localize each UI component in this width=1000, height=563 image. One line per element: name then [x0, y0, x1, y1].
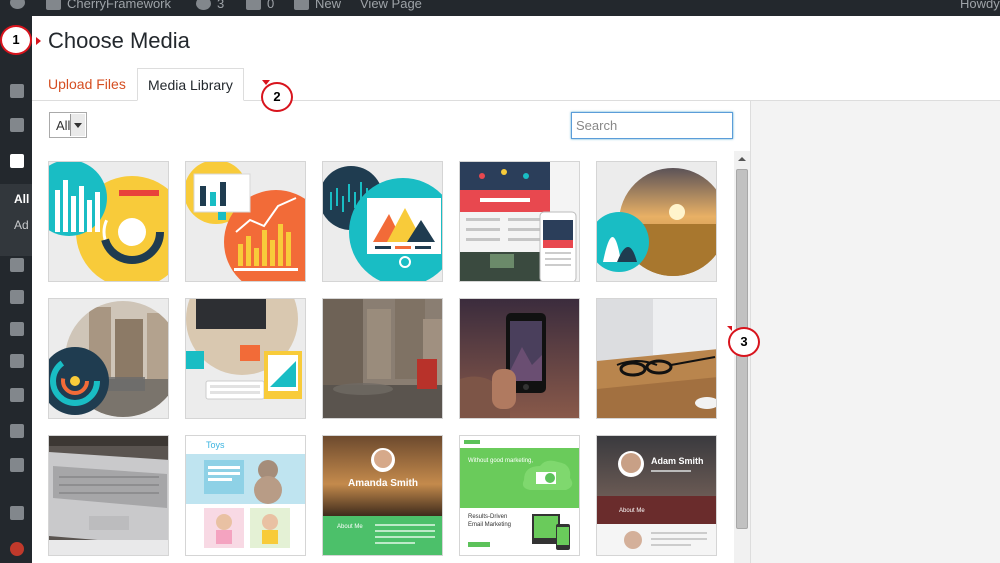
new-content-link[interactable]: New: [294, 0, 341, 11]
howdy-link[interactable]: Howdy: [960, 0, 1000, 11]
tab-media-library[interactable]: Media Library: [137, 68, 244, 101]
updates-icon: [196, 0, 211, 10]
laptop-photo: [49, 436, 168, 555]
testimonials-icon[interactable]: [10, 388, 24, 402]
city-street-circle: [49, 299, 168, 418]
mail-icon[interactable]: [10, 458, 24, 472]
users-icon[interactable]: [10, 354, 24, 368]
amanda-name-text: Amanda Smith: [348, 478, 418, 489]
callout-1: 1: [0, 25, 32, 55]
adam-smith-mockup: Adam Smith About Me: [597, 436, 716, 555]
tools-icon[interactable]: [10, 506, 24, 520]
desk-keyboard-photo: [186, 299, 305, 418]
pin-icon[interactable]: [10, 84, 24, 98]
attachment-details-panel: [750, 101, 1000, 563]
filter-value: All: [56, 118, 71, 133]
menu-add-new[interactable]: Ad: [14, 218, 29, 232]
email-headline-text: Without good marketing,: [468, 458, 533, 464]
portfolio-icon[interactable]: [10, 322, 24, 336]
amanda-about-text: About Me: [337, 524, 363, 530]
thumb-mountain-card[interactable]: [322, 161, 443, 282]
comments-count: 0: [267, 0, 275, 11]
adam-about-text: About Me: [619, 508, 645, 514]
comments-link[interactable]: 0: [246, 0, 274, 11]
admin-side-menu: All Ad: [0, 16, 32, 563]
thumb-circle-bar-chart[interactable]: [48, 161, 169, 282]
thumb-amanda-smith[interactable]: Amanda Smith About Me: [322, 435, 443, 556]
email-sub2-text: Email Marketing: [468, 522, 511, 528]
thumb-email-marketing[interactable]: Without good marketing, Results-Driven E…: [459, 435, 580, 556]
new-label: New: [315, 0, 342, 11]
tab-upload-files[interactable]: Upload Files: [38, 68, 136, 101]
circle-bar-chart-graphic: [49, 162, 168, 281]
thumb-city-street-circle[interactable]: [48, 298, 169, 419]
thumb-phone-in-hand[interactable]: [459, 298, 580, 419]
callout-3-pointer-icon: [727, 326, 732, 331]
modal-title: Choose Media: [48, 28, 190, 53]
home-icon: [46, 0, 61, 10]
monitor-chart-graphic: [186, 162, 305, 281]
admin-bar: CherryFramework 3 0 New View Page Howdy: [0, 0, 1000, 16]
view-page-label: View Page: [360, 0, 422, 11]
email-sub-text: Results-Driven: [468, 514, 507, 520]
mobile-site-mockup: [460, 162, 579, 281]
thumb-adam-smith[interactable]: Adam Smith About Me: [596, 435, 717, 556]
thumb-mobile-site[interactable]: [459, 161, 580, 282]
phone-in-hand-photo: [460, 299, 579, 418]
thumb-laptop[interactable]: [48, 435, 169, 556]
toys-title-text: Toys: [206, 440, 225, 450]
amanda-smith-mockup: Amanda Smith About Me: [323, 436, 442, 555]
comment-icon: [246, 0, 261, 10]
wordpress-logo-icon[interactable]: [10, 0, 25, 9]
field-sunset-circle: [597, 162, 716, 281]
media-icon[interactable]: [10, 118, 24, 132]
media-grid-scrollbar[interactable]: [734, 151, 750, 563]
callout-1-pointer-icon: [36, 37, 41, 45]
chevron-down-icon: [70, 114, 85, 136]
site-name: CherryFramework: [67, 0, 172, 11]
choose-media-modal: Choose Media Upload Files Media Library …: [32, 16, 1000, 563]
thumb-field-sunset[interactable]: [596, 161, 717, 282]
media-library-content: All Search Toys Amanda Smith About Me Wi…: [32, 101, 750, 563]
plus-icon: [294, 0, 309, 10]
thumb-glasses-on-desk[interactable]: [596, 298, 717, 419]
thumb-monitor-chart[interactable]: [185, 161, 306, 282]
wp-icon: [10, 0, 25, 9]
pages-icon[interactable]: [10, 154, 24, 168]
thumb-city-street[interactable]: [322, 298, 443, 419]
mountain-card-graphic: [323, 162, 442, 281]
updates-link[interactable]: 3: [196, 0, 224, 11]
updates-count: 3: [217, 0, 225, 11]
city-street-photo: [323, 299, 442, 418]
email-marketing-mockup: Without good marketing, Results-Driven E…: [460, 436, 579, 555]
cherry-icon[interactable]: [10, 542, 24, 556]
callout-3: 3: [728, 327, 760, 357]
thumb-toys-store[interactable]: Toys: [185, 435, 306, 556]
media-tabs: Upload Files Media Library: [32, 68, 1000, 101]
site-name-link[interactable]: CherryFramework: [46, 0, 171, 11]
toys-store-mockup: Toys: [186, 436, 305, 555]
glasses-on-desk-photo: [597, 299, 716, 418]
slider-icon[interactable]: [10, 424, 24, 438]
howdy-label: Howdy: [960, 0, 1000, 11]
comments-icon[interactable]: [10, 290, 24, 304]
scroll-up-arrow-icon[interactable]: [734, 151, 750, 167]
thumb-desk-keyboard[interactable]: [185, 298, 306, 419]
adam-name-text: Adam Smith: [651, 456, 704, 466]
callout-2: 2: [261, 82, 293, 112]
search-input[interactable]: [571, 112, 733, 139]
menu-all-pages[interactable]: All: [14, 192, 29, 206]
callout-2-pointer-icon: [262, 80, 270, 85]
appearance-icon[interactable]: [10, 258, 24, 272]
view-page-link[interactable]: View Page: [360, 0, 422, 11]
media-filter-select[interactable]: All: [49, 112, 87, 138]
